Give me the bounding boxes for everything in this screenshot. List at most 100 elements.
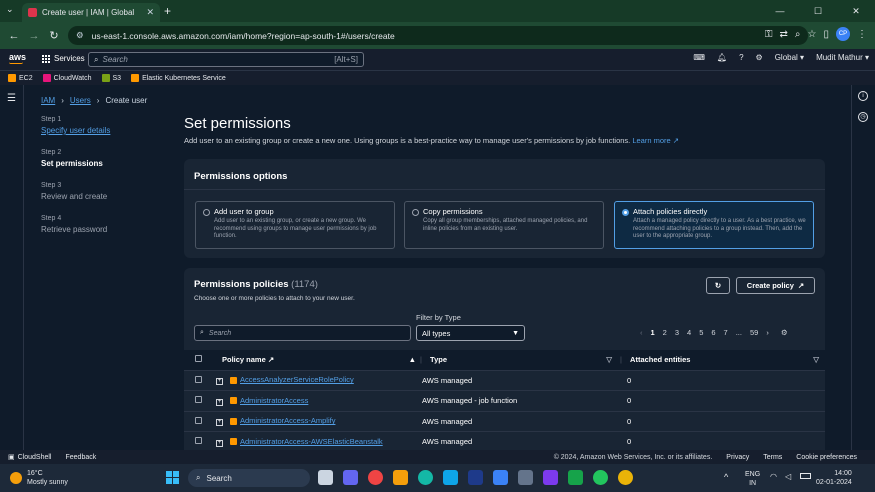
next-page-icon[interactable]: › [766, 328, 769, 337]
app-icon[interactable] [518, 470, 533, 485]
page-4[interactable]: 4 [687, 328, 691, 337]
zoom-icon[interactable]: ⌕ [795, 29, 801, 40]
cloudshell-icon[interactable]: ⌨ [693, 53, 705, 62]
browser-tab[interactable]: Create user | IAM | Global ✕ [22, 3, 160, 22]
page-2[interactable]: 2 [663, 328, 667, 337]
column-type[interactable]: | Type ▽ [420, 350, 620, 371]
page-7[interactable]: 7 [724, 328, 728, 337]
aws-logo[interactable]: aws [9, 52, 26, 64]
store-icon[interactable] [493, 470, 508, 485]
notifications-bell-icon[interactable]: 🔔︎ [717, 53, 727, 62]
cloudshell-button[interactable]: ▣ CloudShell [8, 453, 51, 462]
filter-type-select[interactable]: All types ▼ [416, 325, 525, 341]
app-icon[interactable] [443, 470, 458, 485]
row-checkbox[interactable] [195, 396, 202, 404]
policy-link[interactable]: AdministratorAccess-Amplify [240, 416, 335, 425]
maximize-icon[interactable]: ☐ [799, 0, 837, 22]
new-tab-icon[interactable]: + [164, 4, 171, 18]
expand-row-icon[interactable]: + [216, 398, 223, 406]
chrome-icon[interactable] [618, 470, 633, 485]
column-policy-name[interactable]: Policy name ↗ ▲ [210, 350, 420, 371]
favorite-ec2[interactable]: EC2 [8, 74, 33, 82]
taskview-icon[interactable] [318, 470, 333, 485]
tab-search-icon[interactable]: ⌄ [6, 4, 14, 15]
favorite-s3[interactable]: S3 [101, 74, 121, 82]
favorite-eks[interactable]: Elastic Kubernetes Service [131, 74, 226, 82]
refresh-button[interactable]: ↻ [706, 277, 730, 294]
chrome-icon[interactable] [593, 470, 608, 485]
reload-icon[interactable]: ↻ [44, 29, 64, 42]
password-key-icon[interactable]: ⚿ [765, 29, 773, 40]
favorite-cloudwatch[interactable]: CloudWatch [42, 74, 92, 82]
policy-link[interactable]: AdministratorAccess-AWSElasticBeanstalk [240, 437, 383, 446]
expand-row-icon[interactable]: + [216, 378, 223, 386]
breadcrumb-users[interactable]: Users [70, 96, 91, 105]
weather-widget[interactable]: 16°C Mostly sunny [10, 469, 68, 487]
policy-link[interactable]: AccessAnalyzerServiceRolePolicy [240, 375, 354, 384]
step-1-link[interactable]: Specify user details [41, 126, 171, 135]
page-3[interactable]: 3 [675, 328, 679, 337]
breadcrumb-iam[interactable]: IAM [41, 96, 55, 105]
language-indicator[interactable]: ENG IN [745, 470, 760, 488]
info-icon[interactable]: i [858, 91, 868, 101]
page-5[interactable]: 5 [699, 328, 703, 337]
privacy-link[interactable]: Privacy [726, 454, 749, 461]
services-menu-button[interactable]: Services [42, 54, 85, 63]
back-icon[interactable]: ← [4, 30, 24, 42]
profile-avatar[interactable]: CP [836, 27, 850, 41]
settings-gear-icon[interactable]: ⚙ [756, 53, 763, 62]
hamburger-menu-icon[interactable]: ☰ [7, 93, 16, 104]
page-1[interactable]: 1 [651, 328, 655, 337]
forward-icon[interactable]: → [24, 30, 44, 42]
learn-more-link[interactable]: Learn more ↗ [632, 136, 679, 145]
terms-link[interactable]: Terms [763, 454, 782, 461]
option-attach-policies[interactable]: Attach policies directly Attach a manage… [614, 201, 814, 249]
sort-icon[interactable]: ▽ [813, 355, 819, 364]
translate-icon[interactable]: ⇄ [780, 29, 788, 40]
teams-icon[interactable] [343, 470, 358, 485]
side-panel-icon[interactable]: ▯ [823, 29, 829, 40]
table-settings-gear-icon[interactable]: ⚙ [781, 328, 788, 337]
column-attached-entities[interactable]: | Attached entities ▽ [620, 350, 825, 371]
expand-row-icon[interactable]: + [216, 439, 223, 447]
history-clock-icon[interactable]: ◷ [858, 112, 868, 122]
close-window-icon[interactable]: ✕ [837, 0, 875, 22]
tray-chevron-icon[interactable]: ^ [724, 472, 728, 482]
page-6[interactable]: 6 [711, 328, 715, 337]
file-explorer-icon[interactable] [393, 470, 408, 485]
clock[interactable]: 14:00 02-01-2024 [816, 469, 852, 487]
expand-row-icon[interactable]: + [216, 419, 223, 427]
app-icon[interactable] [568, 470, 583, 485]
help-icon[interactable]: ? [739, 53, 743, 62]
close-tab-icon[interactable]: ✕ [146, 7, 154, 18]
edge-icon[interactable] [418, 470, 433, 485]
menu-dots-icon[interactable]: ⋮ [857, 29, 867, 40]
volume-icon[interactable]: ◁ [785, 472, 791, 481]
opera-icon[interactable] [368, 470, 383, 485]
create-policy-button[interactable]: Create policy ↗ [736, 277, 815, 294]
row-checkbox[interactable] [195, 437, 202, 445]
select-all-checkbox[interactable] [195, 355, 202, 363]
console-search-input[interactable]: ⌕ Search [Alt+S] [88, 52, 364, 67]
taskbar-search[interactable]: ⌕ Search [188, 469, 310, 487]
option-add-to-group[interactable]: Add user to group Add user to an existin… [195, 201, 395, 249]
wifi-icon[interactable]: ◠ [770, 472, 777, 481]
minimize-icon[interactable]: — [761, 0, 799, 22]
sort-asc-icon[interactable]: ▲ [409, 355, 416, 364]
url-field[interactable]: ⚙ us-east-1.console.aws.amazon.com/iam/h… [68, 26, 808, 45]
row-checkbox[interactable] [195, 416, 202, 424]
radio-add-to-group[interactable] [203, 209, 210, 216]
bookmark-star-icon[interactable]: ☆ [808, 29, 817, 40]
windows-start-icon[interactable] [166, 471, 179, 484]
site-info-icon[interactable]: ⚙ [76, 30, 84, 41]
page-59[interactable]: 59 [750, 328, 758, 337]
app-icon[interactable] [543, 470, 558, 485]
radio-attach-policies[interactable] [622, 209, 629, 216]
sort-icon[interactable]: ▽ [606, 355, 612, 364]
prev-page-icon[interactable]: ‹ [640, 328, 643, 337]
policy-link[interactable]: AdministratorAccess [240, 396, 308, 405]
row-checkbox[interactable] [195, 375, 202, 383]
app-icon[interactable] [468, 470, 483, 485]
cookie-preferences-link[interactable]: Cookie preferences [796, 454, 857, 461]
account-menu[interactable]: Mudit Mathur ▾ [816, 53, 869, 62]
